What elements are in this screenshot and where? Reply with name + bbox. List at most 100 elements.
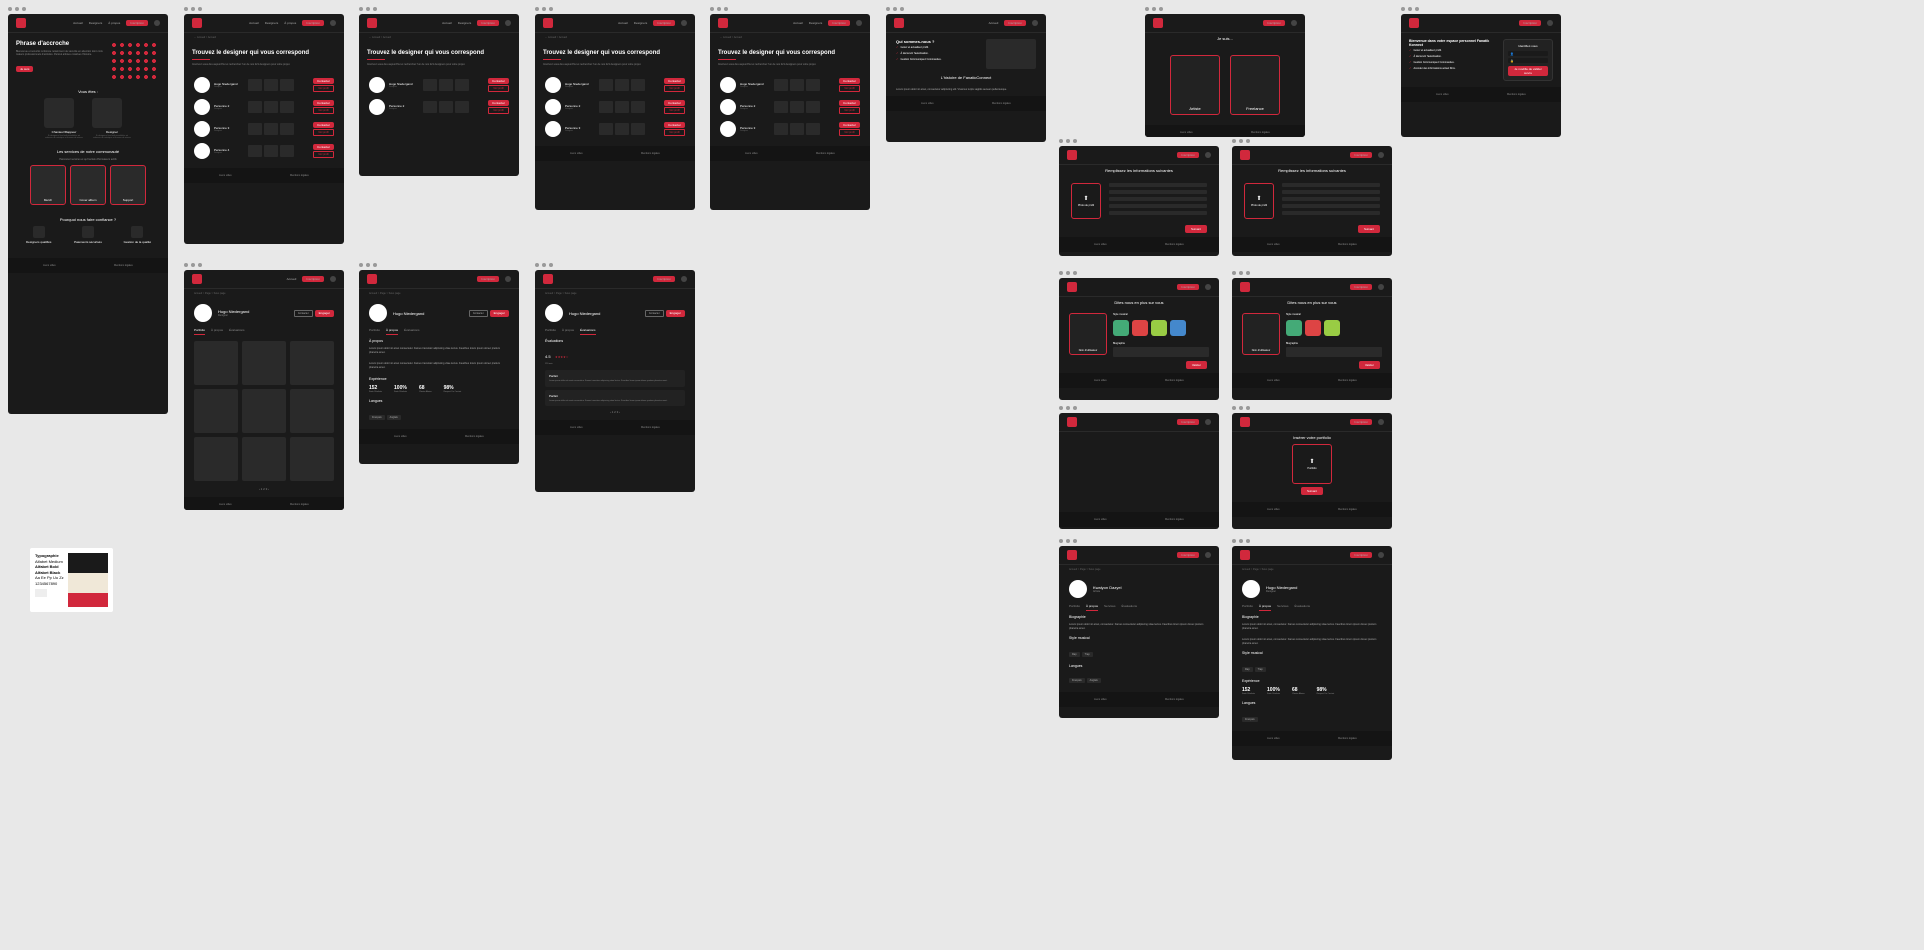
designer-avatar[interactable] bbox=[545, 121, 561, 137]
logo[interactable] bbox=[192, 18, 202, 28]
hire-button[interactable]: Engager bbox=[315, 310, 334, 317]
work-thumb[interactable] bbox=[248, 101, 262, 113]
contact-button[interactable]: Contacter bbox=[313, 144, 334, 150]
contact-button[interactable]: Contacter bbox=[313, 78, 334, 84]
designer-avatar[interactable] bbox=[545, 99, 561, 115]
validate-button[interactable]: Valider bbox=[1186, 361, 1207, 369]
service-card[interactable]: Support bbox=[110, 165, 146, 205]
service-card[interactable]: Cover album bbox=[70, 165, 106, 205]
work-thumb[interactable] bbox=[774, 79, 788, 91]
je-suis-heading: Je suis... bbox=[1145, 36, 1305, 41]
work-thumb[interactable] bbox=[248, 145, 262, 157]
photo-upload[interactable]: ⬆Photo de profil bbox=[1071, 183, 1101, 219]
work-thumb[interactable] bbox=[599, 101, 613, 113]
view-button[interactable]: Voir profil bbox=[313, 129, 334, 136]
contact-button[interactable]: Contacter bbox=[664, 100, 685, 106]
view-button[interactable]: Voir profil bbox=[664, 107, 685, 114]
contact-button[interactable]: Contacter bbox=[488, 100, 509, 106]
hero-subtitle: Bienvenue et sécurité renforcée notammen… bbox=[16, 50, 110, 57]
swatch-dark bbox=[68, 553, 108, 573]
portfolio-item[interactable] bbox=[194, 341, 238, 385]
logo[interactable] bbox=[16, 18, 26, 28]
view-button[interactable]: Voir profil bbox=[488, 85, 509, 92]
work-thumb[interactable] bbox=[248, 79, 262, 91]
designer-avatar[interactable] bbox=[194, 121, 210, 137]
view-button[interactable]: Voir profil bbox=[664, 85, 685, 92]
login-button[interactable]: Je modifie de valider suivre bbox=[1508, 66, 1548, 76]
work-thumb[interactable] bbox=[423, 79, 437, 91]
work-thumb[interactable] bbox=[423, 101, 437, 113]
empty-state: Inscription Liens utilesMentions légales bbox=[1059, 413, 1219, 529]
feature-icon bbox=[131, 226, 143, 238]
listing-row: Personne 4Designer ContacterVoir profil bbox=[184, 140, 344, 162]
view-button[interactable]: Voir profil bbox=[313, 107, 334, 114]
contact-button[interactable]: Contacter bbox=[294, 310, 313, 317]
designer-avatar[interactable] bbox=[720, 77, 736, 93]
contact-button[interactable]: Contacter bbox=[313, 100, 334, 106]
view-button[interactable]: Voir profil bbox=[839, 129, 860, 136]
nav-link[interactable]: Designers bbox=[89, 21, 103, 25]
work-thumb[interactable] bbox=[774, 123, 788, 135]
contact-button[interactable]: Contacter bbox=[664, 122, 685, 128]
role-label: Chanteur/Rappeur bbox=[44, 130, 84, 134]
signup-button[interactable]: Inscription bbox=[126, 20, 148, 26]
hero-cta[interactable]: Je suis bbox=[16, 66, 33, 72]
view-button[interactable]: Voir profil bbox=[664, 129, 685, 136]
nav: Accueil Designers À propos Inscription bbox=[8, 14, 168, 33]
designer-avatar[interactable] bbox=[545, 77, 561, 93]
tab-about[interactable]: À propos bbox=[211, 328, 223, 335]
work-thumb[interactable] bbox=[599, 79, 613, 91]
contact-button[interactable]: Contacter bbox=[664, 78, 685, 84]
view-button[interactable]: Voir profil bbox=[839, 85, 860, 92]
photo-upload[interactable]: ⬆Photo de profil bbox=[1244, 183, 1274, 219]
swatch-cream bbox=[68, 573, 108, 583]
work-thumb[interactable] bbox=[774, 101, 788, 113]
button-swatch bbox=[35, 589, 47, 597]
designer-avatar[interactable] bbox=[720, 121, 736, 137]
bio-textarea[interactable] bbox=[1113, 347, 1209, 357]
contact-button[interactable]: Contacter bbox=[839, 100, 860, 106]
fill-heading: Remplissez les informations suivantes bbox=[1059, 168, 1219, 173]
work-thumb[interactable] bbox=[599, 123, 613, 135]
contact-button[interactable]: Contacter bbox=[313, 122, 334, 128]
designer-avatar[interactable] bbox=[720, 99, 736, 115]
stat: 68Clients Altaios bbox=[419, 385, 432, 393]
tab-reviews[interactable]: Évaluations bbox=[229, 328, 245, 335]
nav-link[interactable]: À propos bbox=[108, 21, 120, 25]
work-thumb[interactable] bbox=[248, 123, 262, 135]
stat: 98%Respect Du Contrat bbox=[1317, 687, 1335, 695]
designer-avatar[interactable] bbox=[194, 77, 210, 93]
designer-avatar[interactable] bbox=[369, 99, 385, 115]
listing-row: Personne 2Designer ContacterVoir profil bbox=[359, 96, 519, 118]
view-button[interactable]: Voir profil bbox=[839, 107, 860, 114]
contact-button[interactable]: Contacter bbox=[488, 78, 509, 84]
nav-link[interactable]: Accueil bbox=[73, 21, 83, 25]
avatar-icon[interactable] bbox=[154, 20, 160, 26]
form-input[interactable] bbox=[1109, 183, 1207, 187]
next-button[interactable]: Suivant bbox=[1185, 225, 1207, 233]
view-button[interactable]: Voir profil bbox=[488, 107, 509, 114]
portfolio-heading: Insérer votre portfolio bbox=[1232, 435, 1392, 440]
view-button[interactable]: Voir profil bbox=[313, 151, 334, 158]
freelance-card[interactable]: Freelance bbox=[1230, 55, 1280, 115]
designer-avatar[interactable] bbox=[194, 99, 210, 115]
role-card[interactable] bbox=[92, 98, 122, 128]
designer-avatar[interactable] bbox=[194, 143, 210, 159]
contact-button[interactable]: Contacter bbox=[839, 78, 860, 84]
about-image bbox=[986, 39, 1036, 69]
portfolio-upload-box[interactable]: ⬆Portfolio bbox=[1292, 444, 1332, 484]
role-card[interactable] bbox=[44, 98, 74, 128]
listing-row: Personne 3Designer ContacterVoir profil bbox=[535, 118, 695, 140]
view-button[interactable]: Voir profil bbox=[313, 85, 334, 92]
services-heading: Les services de notre communauté bbox=[8, 149, 168, 154]
tab-portfolio[interactable]: Portfolio bbox=[194, 328, 205, 335]
stat: 152Sortir Réalisés bbox=[369, 385, 382, 393]
designer-avatar[interactable] bbox=[369, 77, 385, 93]
portfolio-upload: Inscription Insérer votre portfolio ⬆Por… bbox=[1232, 413, 1392, 529]
history-heading: L'histoire de FanaticConnect bbox=[886, 75, 1046, 80]
listing-row: Hugo NiedergandDesigner ContacterVoir pr… bbox=[710, 74, 870, 96]
review-card: ParfaitLorem ipsum dolor sit amet consec… bbox=[545, 390, 685, 407]
artiste-card[interactable]: Artiste bbox=[1170, 55, 1220, 115]
contact-button[interactable]: Contacter bbox=[839, 122, 860, 128]
service-card[interactable]: Merch bbox=[30, 165, 66, 205]
